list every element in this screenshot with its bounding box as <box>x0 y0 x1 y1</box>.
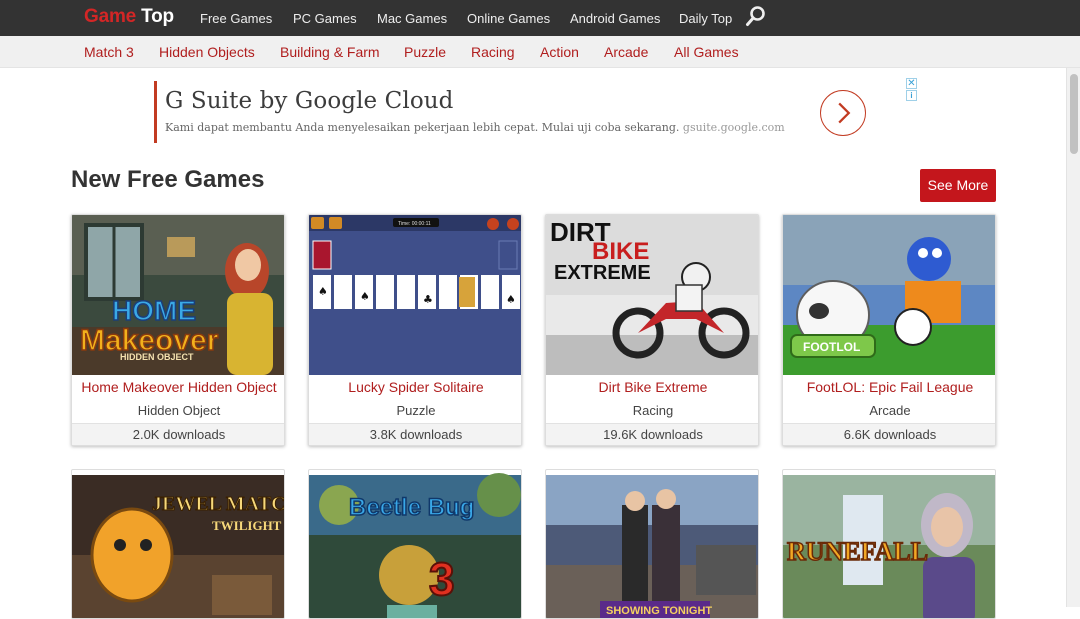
thumbnail-text: JEWEL MATCH <box>152 493 285 515</box>
game-category: Racing <box>632 403 674 418</box>
logo-part-game: Game <box>84 6 137 27</box>
game-downloads: 2.0K downloads <box>72 423 284 445</box>
thumbnail-text: HOME <box>112 295 196 326</box>
section-title: New Free Games <box>71 166 265 193</box>
thumbnail-text: EXTREME <box>554 262 651 284</box>
scrollbar-thumb[interactable] <box>1070 74 1078 154</box>
game-card-footlol[interactable]: FOOTLOL FootLOL: Epic Fail League Arcade… <box>782 214 996 446</box>
see-more-button[interactable]: See More <box>920 169 996 202</box>
game-card-home-makeover[interactable]: HOME Makeover HIDDEN OBJECT Home Makeove… <box>71 214 285 446</box>
game-thumbnail-runefall[interactable]: RUNEFALL <box>783 470 996 619</box>
thumbnail-text: RUNEFALL <box>787 537 928 566</box>
game-card-beetle-bug-3[interactable]: Beetle Bug 3 <box>308 469 522 619</box>
game-downloads: 6.6K downloads <box>783 423 995 445</box>
game-title[interactable]: Home Makeover Hidden Object <box>72 379 284 395</box>
game-card-runefall[interactable]: RUNEFALL <box>782 469 996 619</box>
thumbnail-text: TWILIGHT <box>212 518 282 533</box>
game-timer: Time: 00:00:11 <box>398 221 431 227</box>
svg-text:♠: ♠ <box>360 290 370 303</box>
svg-text:♠: ♠ <box>506 293 516 306</box>
category-action[interactable]: Action <box>540 44 579 60</box>
game-thumbnail-home-makeover[interactable]: HOME Makeover HIDDEN OBJECT <box>72 215 285 375</box>
game-title[interactable]: FootLOL: Epic Fail League <box>783 379 995 395</box>
logo-part-top: Top <box>141 6 174 27</box>
game-downloads: 19.6K downloads <box>546 423 758 445</box>
ad-title[interactable]: G Suite by Google Cloud <box>165 88 454 114</box>
category-building-farm[interactable]: Building & Farm <box>280 44 380 60</box>
game-thumbnail-jewel-match-twilight[interactable]: JEWEL MATCH TWILIGHT <box>72 470 285 619</box>
top-navbar: Game Top Free Games PC Games Mac Games O… <box>0 0 1080 36</box>
svg-text:♠: ♠ <box>318 285 328 298</box>
game-category: Hidden Object <box>137 403 221 418</box>
game-thumbnail-footlol[interactable]: FOOTLOL <box>783 215 996 375</box>
ad-description-text: Kami dapat membantu Anda menyelesaikan p… <box>165 121 680 134</box>
category-all-games[interactable]: All Games <box>674 44 739 60</box>
category-arcade[interactable]: Arcade <box>604 44 648 60</box>
game-category: Puzzle <box>396 403 436 418</box>
ad-info-icon[interactable]: i <box>906 90 917 101</box>
game-card-lucky-spider-solitaire[interactable]: Time: 00:00:11 ♠ ♠ ♣ ♠ ♠ Lucky Spider So… <box>308 214 522 446</box>
game-thumbnail-dirt-bike-extreme[interactable]: DIRT BIKE EXTREME <box>546 215 759 375</box>
game-downloads: 3.8K downloads <box>309 423 521 445</box>
page-scrollbar[interactable] <box>1066 68 1080 607</box>
nav-pc-games[interactable]: PC Games <box>293 11 357 26</box>
game-card-dirt-bike-extreme[interactable]: DIRT BIKE EXTREME Dirt Bike Extreme Raci… <box>545 214 759 446</box>
game-thumbnail-lucky-spider-solitaire[interactable]: Time: 00:00:11 ♠ ♠ ♣ ♠ ♠ <box>309 215 522 375</box>
game-card-showing-tonight[interactable]: SHOWING TONIGHT <box>545 469 759 619</box>
thumbnail-text: 3 <box>429 553 455 605</box>
ad-url[interactable]: gsuite.google.com <box>683 121 785 134</box>
thumbnail-text: FOOTLOL <box>803 340 860 354</box>
thumbnail-text: HIDDEN OBJECT <box>120 352 194 362</box>
game-thumbnail-beetle-bug-3[interactable]: Beetle Bug 3 <box>309 470 522 619</box>
nav-mac-games[interactable]: Mac Games <box>377 11 447 26</box>
svg-text:♣: ♣ <box>423 293 433 306</box>
ad-accent-bar <box>154 81 157 143</box>
nav-free-games[interactable]: Free Games <box>200 11 272 26</box>
game-title[interactable]: Lucky Spider Solitaire <box>309 379 521 395</box>
game-card-jewel-match-twilight[interactable]: JEWEL MATCH TWILIGHT <box>71 469 285 619</box>
game-category: Arcade <box>869 403 911 418</box>
nav-online-games[interactable]: Online Games <box>467 11 550 26</box>
category-racing[interactable]: Racing <box>471 44 515 60</box>
category-puzzle[interactable]: Puzzle <box>404 44 446 60</box>
site-logo[interactable]: Game Top <box>84 6 174 28</box>
category-hidden-objects[interactable]: Hidden Objects <box>159 44 255 60</box>
category-match-3[interactable]: Match 3 <box>84 44 134 60</box>
ad-close-icon[interactable]: ✕ <box>906 78 917 89</box>
chevron-right-icon[interactable] <box>820 90 866 136</box>
nav-android-games[interactable]: Android Games <box>570 11 660 26</box>
thumbnail-text: BIKE <box>592 238 649 265</box>
ad-banner[interactable]: G Suite by Google Cloud Kami dapat memba… <box>154 78 918 146</box>
category-navbar: Match 3 Hidden Objects Building & Farm P… <box>0 36 1080 68</box>
search-icon[interactable] <box>745 5 767 27</box>
game-title[interactable]: Dirt Bike Extreme <box>546 379 758 395</box>
thumbnail-text: Beetle Bug <box>349 494 474 521</box>
nav-daily-top[interactable]: Daily Top <box>679 11 732 26</box>
ad-description: Kami dapat membantu Anda menyelesaikan p… <box>165 121 785 134</box>
game-thumbnail-showing-tonight[interactable]: SHOWING TONIGHT <box>546 470 759 619</box>
